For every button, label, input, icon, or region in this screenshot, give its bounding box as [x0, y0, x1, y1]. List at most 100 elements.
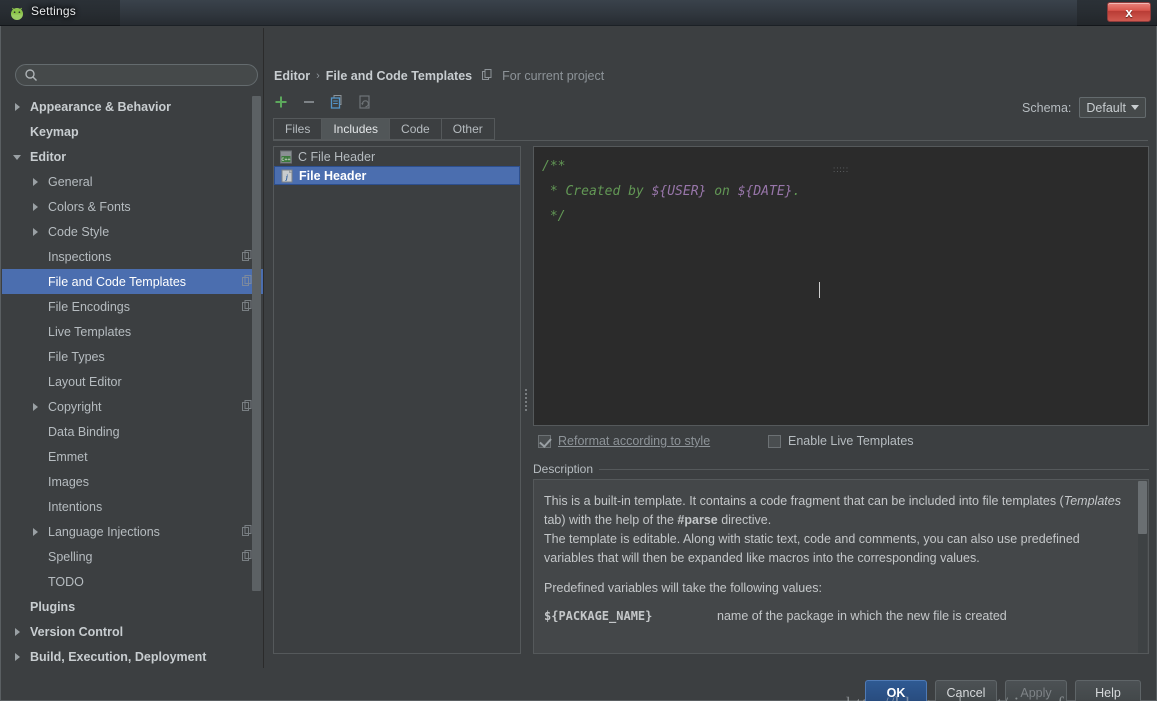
sidebar-item-file-encodings[interactable]: File Encodings [2, 294, 264, 319]
sidebar-item-file-types[interactable]: File Types [2, 344, 264, 369]
svg-text:j: j [285, 173, 288, 181]
chevron-right-icon[interactable] [28, 402, 42, 411]
title-bar-glass [120, 0, 1077, 26]
sidebar-item-general[interactable]: General [2, 169, 264, 194]
desc-p1-bold: #parse [677, 513, 718, 527]
chevron-right-icon[interactable] [28, 527, 42, 536]
sidebar-item-language-injections[interactable]: Language Injections [2, 519, 264, 544]
cancel-button[interactable]: Cancel [935, 680, 997, 701]
chevron-right-icon[interactable] [28, 202, 42, 211]
reformat-checkbox-row[interactable]: Reformat according to style [538, 434, 710, 448]
resize-grip-icon[interactable]: ::::: [833, 165, 849, 174]
sidebar-item-version-control[interactable]: Version Control [2, 619, 264, 644]
template-variable: ${DATE} [737, 184, 793, 199]
description-scrollbar-thumb[interactable] [1138, 481, 1147, 534]
desc-p1-c: directive. [717, 513, 772, 527]
copy-icon[interactable] [329, 94, 345, 110]
sidebar-item-label: Keymap [30, 124, 79, 139]
title-bar: Settings x [0, 0, 1157, 26]
sidebar-item-todo[interactable]: TODO [2, 569, 264, 594]
sidebar-item-copyright[interactable]: Copyright [2, 394, 264, 419]
description-scrollbar[interactable] [1138, 481, 1147, 653]
sidebar-item-code-style[interactable]: Code Style [2, 219, 264, 244]
sidebar-item-editor[interactable]: Editor [2, 144, 264, 169]
sidebar-item-build-execution-deployment[interactable]: Build, Execution, Deployment [2, 644, 264, 664]
sidebar-item-data-binding[interactable]: Data Binding [2, 419, 264, 444]
chevron-right-icon[interactable] [28, 227, 42, 236]
sidebar-scrollbar[interactable] [252, 96, 261, 606]
chevron-right-icon[interactable] [28, 177, 42, 186]
sidebar-item-intentions[interactable]: Intentions [2, 494, 264, 519]
chevron-right-icon[interactable] [10, 627, 24, 636]
sidebar-item-colors-fonts[interactable]: Colors & Fonts [2, 194, 264, 219]
settings-tree[interactable]: Appearance & Behavior Keymap Editor General… [2, 94, 264, 664]
breadcrumb-current: File and Code Templates [325, 69, 473, 83]
tab-code[interactable]: Code [389, 118, 441, 140]
live-templates-label: Enable Live Templates [788, 434, 914, 448]
sidebar-item-keymap[interactable]: Keymap [2, 119, 264, 144]
list-item[interactable]: j File Header [274, 166, 520, 185]
tab-includes[interactable]: Includes [321, 118, 390, 140]
reset-icon[interactable] [357, 94, 373, 110]
add-icon[interactable] [273, 94, 289, 110]
sidebar-item-label: File Types [48, 349, 105, 364]
tab-label: Code [401, 122, 430, 136]
template-options: Reformat according to style Enable Live … [533, 434, 1149, 458]
chevron-down-icon [1131, 105, 1139, 110]
search-field[interactable] [15, 64, 258, 86]
description-box[interactable]: This is a built-in template. It contains… [533, 479, 1149, 654]
panel-splitter-handle[interactable] [522, 146, 532, 654]
project-scope-badge-icon [242, 549, 252, 564]
sidebar-item-inspections[interactable]: Inspections [2, 244, 264, 269]
sidebar-item-spelling[interactable]: Spelling [2, 544, 264, 569]
remove-icon[interactable] [301, 94, 317, 110]
sidebar-item-plugins[interactable]: Plugins [2, 594, 264, 619]
variable-name: ${PACKAGE_NAME} [544, 609, 653, 623]
ok-button[interactable]: OK [865, 680, 927, 701]
desc-p2: The template is editable. Along with sta… [544, 532, 1080, 565]
sidebar-item-layout-editor[interactable]: Layout Editor [2, 369, 264, 394]
help-button[interactable]: Help [1075, 680, 1141, 701]
tab-other[interactable]: Other [440, 118, 495, 140]
chevron-right-icon[interactable] [10, 652, 24, 661]
schema-label: Schema: [1022, 100, 1072, 115]
close-button[interactable]: x [1107, 2, 1151, 22]
sidebar-item-emmet[interactable]: Emmet [2, 444, 264, 469]
sidebar-item-appearance-behavior[interactable]: Appearance & Behavior [2, 94, 264, 119]
list-item[interactable]: C++ C File Header [274, 147, 520, 166]
live-templates-checkbox-row[interactable]: Enable Live Templates [768, 434, 914, 448]
breadcrumb-parent[interactable]: Editor [274, 69, 310, 83]
sidebar-item-file-and-code-templates[interactable]: File and Code Templates [2, 269, 264, 294]
template-category-tabs[interactable]: Files Includes Code Other [273, 118, 495, 140]
template-list[interactable]: C++ C File Header j File Header [273, 146, 521, 654]
code-line: * Created by ${USER} on ${DATE}. [542, 179, 1140, 204]
tab-underline [273, 140, 1148, 141]
twisty-glyph [32, 527, 38, 536]
chevron-down-icon[interactable] [10, 154, 24, 160]
sidebar-scrollbar-thumb[interactable] [252, 96, 261, 591]
comment-text: * Created by [542, 184, 652, 199]
sidebar-item-label: Colors & Fonts [48, 199, 131, 214]
templates-toolbar [273, 94, 373, 110]
svg-text:C++: C++ [281, 157, 290, 163]
reformat-checkbox[interactable] [538, 434, 551, 448]
twisty-glyph [13, 155, 21, 160]
tab-label: Files [285, 122, 311, 136]
sidebar-item-live-templates[interactable]: Live Templates [2, 319, 264, 344]
sidebar-item-label: Appearance & Behavior [30, 99, 172, 114]
copy-badge-icon [482, 69, 492, 83]
variable-row: ${PACKAGE_NAME} name of the package in wh… [544, 607, 1126, 626]
apply-button: Apply [1005, 680, 1067, 701]
tab-label: Includes [333, 122, 379, 136]
description-rule [533, 469, 1149, 470]
close-icon: x [1125, 4, 1133, 20]
sidebar-item-label: Intentions [48, 499, 103, 514]
tab-files[interactable]: Files [273, 118, 322, 140]
window-title: Settings [31, 4, 76, 18]
chevron-right-icon[interactable] [10, 102, 24, 111]
live-templates-checkbox[interactable] [768, 434, 781, 448]
schema-dropdown[interactable]: Default [1079, 97, 1146, 118]
search-input[interactable] [15, 64, 258, 86]
template-code-editor[interactable]: /** * Created by ${USER} on ${DATE}. */ [533, 146, 1149, 426]
sidebar-item-images[interactable]: Images [2, 469, 264, 494]
